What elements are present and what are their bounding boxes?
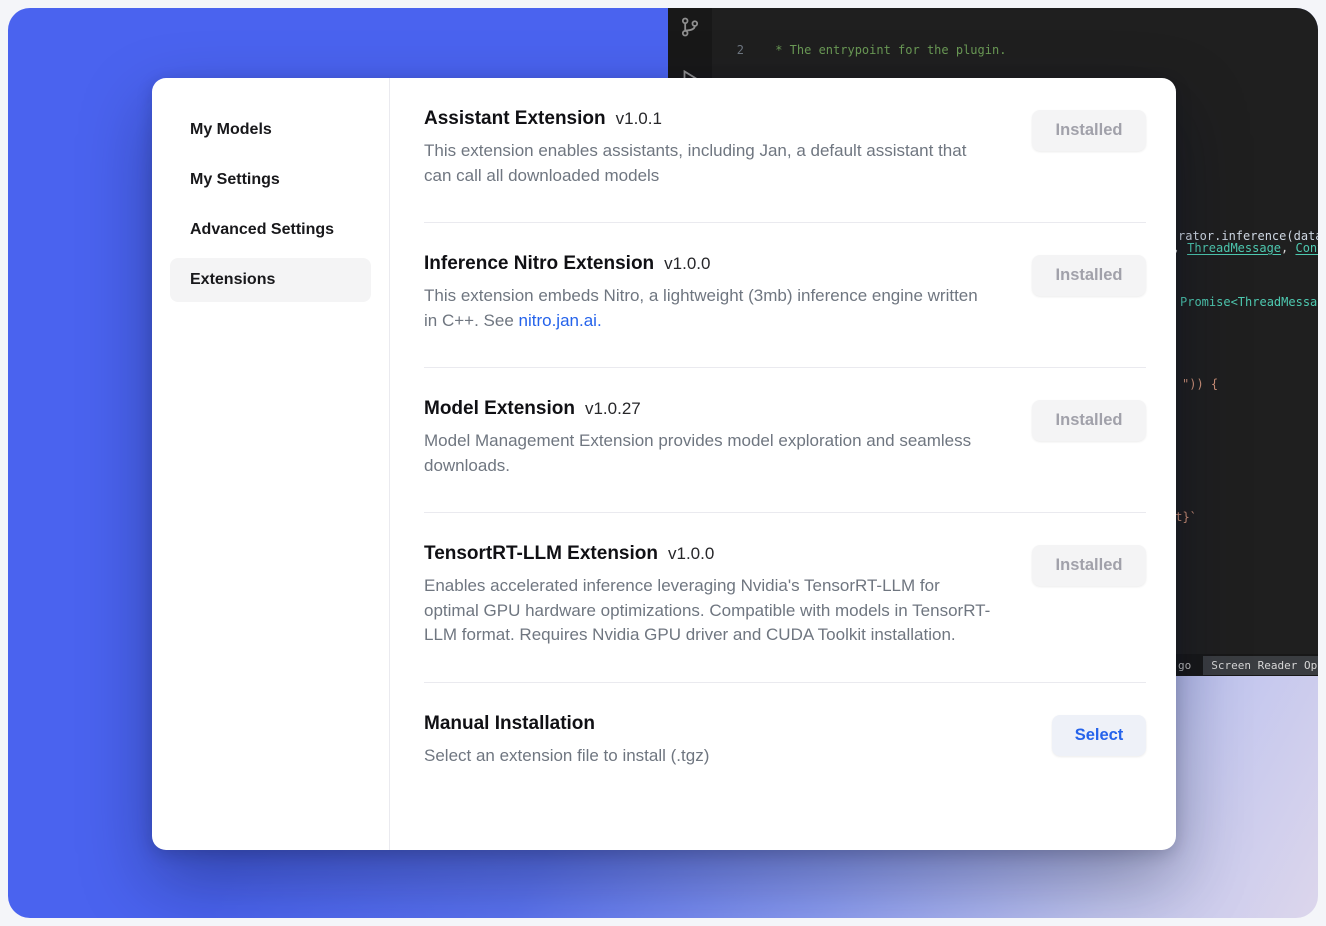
extension-info: TensortRT-LLM Extension v1.0.0 Enables a… (424, 543, 1032, 648)
manual-installation-description: Select an extension file to install (.tg… (424, 744, 1006, 769)
extension-version: v1.0.0 (664, 254, 710, 274)
desktop-backdrop: 2 * The entrypoint for the plugin. 3 */ … (8, 8, 1318, 918)
extension-title: Assistant Extension (424, 108, 606, 130)
extensions-list: Assistant Extension v1.0.1 This extensio… (390, 78, 1176, 850)
sidebar-item-advanced-settings[interactable]: Advanced Settings (170, 208, 371, 252)
installed-button[interactable]: Installed (1032, 255, 1146, 296)
settings-sidebar: My Models My Settings Advanced Settings … (152, 78, 390, 850)
settings-panel: My Models My Settings Advanced Settings … (152, 78, 1176, 850)
sidebar-item-label: Extensions (190, 271, 275, 289)
code-text: * The entrypoint for the plugin. (744, 42, 1006, 59)
extension-row-tensorrt-llm: TensortRT-LLM Extension v1.0.0 Enables a… (424, 513, 1146, 683)
screen-reader-status-item[interactable]: Screen Reader Optimize (1203, 656, 1318, 675)
screenshot-stage: 2 * The entrypoint for the plugin. 3 */ … (0, 0, 1326, 926)
extension-description: This extension embeds Nitro, a lightweig… (424, 284, 992, 333)
extension-info: Assistant Extension v1.0.1 This extensio… (424, 108, 1032, 188)
sidebar-item-label: My Settings (190, 171, 280, 189)
code-line: 2 * The entrypoint for the plugin. (712, 42, 1318, 59)
extension-title: Model Extension (424, 398, 575, 420)
code-fragment: Promise<ThreadMessage> (1180, 295, 1318, 309)
installed-button[interactable]: Installed (1032, 110, 1146, 151)
extension-row-inference-nitro: Inference Nitro Extension v1.0.0 This ex… (424, 223, 1146, 368)
extension-version: v1.0.0 (668, 544, 714, 564)
installed-button[interactable]: Installed (1032, 545, 1146, 586)
nitro-jan-ai-link[interactable]: nitro.jan.ai. (519, 311, 602, 330)
extension-info: Inference Nitro Extension v1.0.0 This ex… (424, 253, 1032, 333)
extension-version: v1.0.1 (616, 109, 662, 129)
sidebar-item-label: Advanced Settings (190, 221, 334, 239)
extension-info: Model Extension v1.0.27 Model Management… (424, 398, 1032, 478)
extension-version: v1.0.27 (585, 399, 641, 419)
extension-description: Model Management Extension provides mode… (424, 429, 992, 478)
code-fragment: rator.inference(data)); (1178, 229, 1318, 243)
sidebar-item-my-settings[interactable]: My Settings (170, 158, 371, 202)
git-branch-icon[interactable] (679, 16, 701, 38)
sidebar-item-extensions[interactable]: Extensions (170, 258, 371, 302)
code-fragment: ")) { (1182, 377, 1218, 391)
manual-installation-row: Manual Installation Select an extension … (424, 683, 1146, 803)
extension-row-model: Model Extension v1.0.27 Model Management… (424, 368, 1146, 513)
extension-description: Enables accelerated inference leveraging… (424, 574, 992, 648)
status-text: go (1178, 659, 1191, 672)
extension-info: Manual Installation Select an extension … (424, 713, 1052, 769)
extension-title: Inference Nitro Extension (424, 253, 654, 275)
installed-button[interactable]: Installed (1032, 400, 1146, 441)
select-file-button[interactable]: Select (1052, 715, 1146, 756)
extension-title: TensortRT-LLM Extension (424, 543, 658, 565)
extension-row-assistant: Assistant Extension v1.0.1 This extensio… (424, 78, 1146, 223)
sidebar-item-label: My Models (190, 121, 272, 139)
sidebar-item-my-models[interactable]: My Models (170, 108, 371, 152)
line-number: 2 (712, 42, 744, 59)
manual-installation-title: Manual Installation (424, 713, 595, 735)
extension-description: This extension enables assistants, inclu… (424, 139, 992, 188)
